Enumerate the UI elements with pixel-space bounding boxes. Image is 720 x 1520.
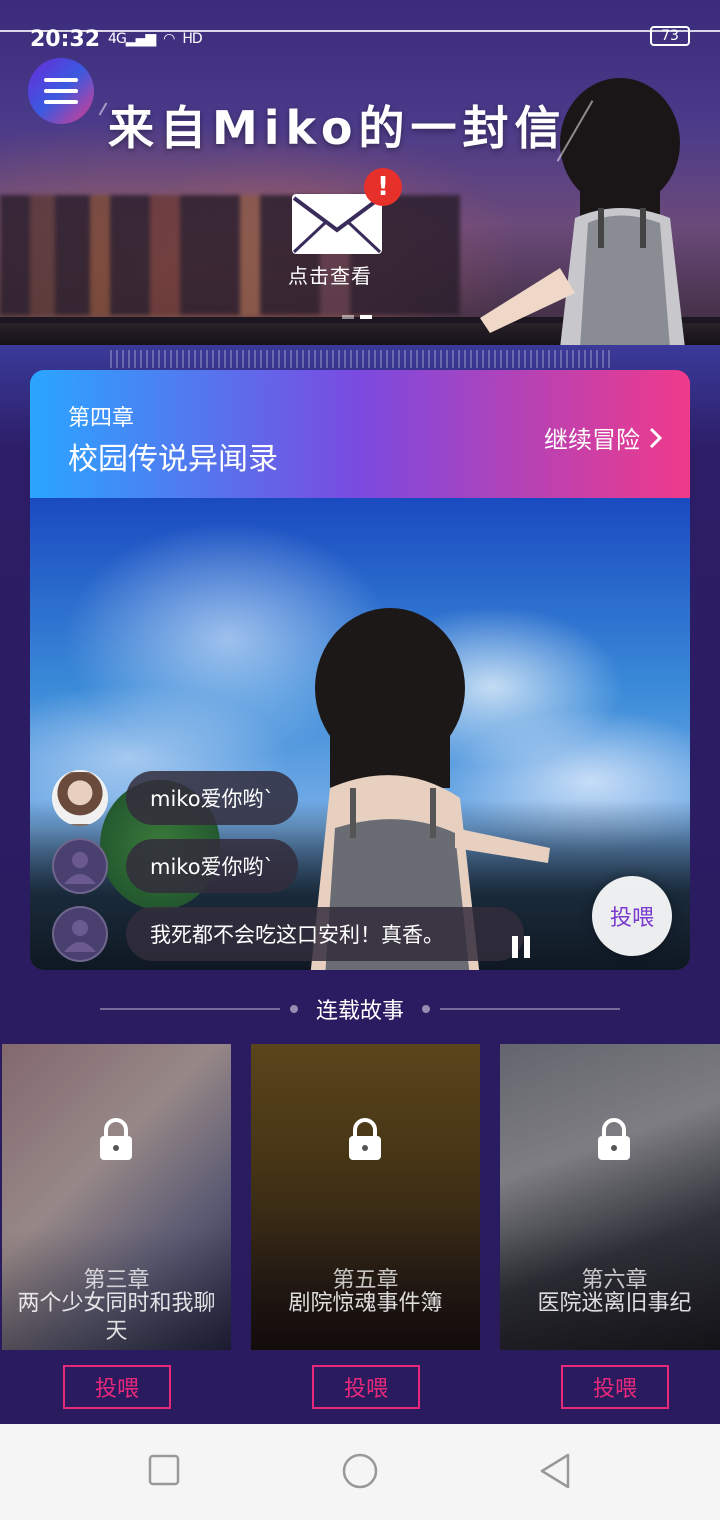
section-dot bbox=[422, 1005, 430, 1013]
pause-icon[interactable] bbox=[512, 936, 530, 958]
story-card[interactable]: 第六章 医院迷离旧事纪 bbox=[500, 1044, 720, 1350]
letter-banner[interactable]: 20:32 4G▂▄▆ ◠ HD 73 来自Miko的一封信 ! 点击查看 bbox=[0, 0, 720, 345]
network-type: 4G bbox=[108, 31, 127, 47]
alert-badge: ! bbox=[364, 168, 402, 206]
feed-button[interactable]: 投喂 bbox=[561, 1365, 669, 1409]
story-card[interactable]: 第三章 两个少女同时和我聊天 bbox=[2, 1044, 231, 1350]
menu-icon-bar bbox=[44, 89, 78, 93]
signal-icon: 4G▂▄▆ bbox=[108, 31, 156, 47]
status-bar: 20:32 4G▂▄▆ ◠ HD 73 bbox=[0, 24, 720, 54]
continue-adventure-button[interactable]: 继续冒险 bbox=[544, 420, 664, 455]
current-chapter-card[interactable]: 第四章 校园传说异闻录 继续冒险 miko爱你哟` miko爱你哟` 我死都不会… bbox=[30, 370, 690, 970]
section-dot bbox=[289, 1005, 298, 1013]
menu-button[interactable] bbox=[28, 58, 94, 124]
status-time: 20:32 bbox=[30, 26, 101, 52]
battery-icon: 73 bbox=[650, 26, 690, 46]
feed-button[interactable]: 投喂 bbox=[63, 1365, 171, 1409]
chapter-header[interactable]: 第四章 校园传说异闻录 继续冒险 bbox=[30, 370, 690, 498]
lock-icon bbox=[598, 1118, 630, 1160]
circle-icon[interactable] bbox=[341, 1452, 379, 1490]
banner-title: 来自Miko的一封信 bbox=[108, 101, 567, 155]
lock-icon bbox=[349, 1118, 381, 1160]
menu-icon-bar bbox=[44, 78, 78, 82]
pagination-dot bbox=[342, 315, 354, 319]
wifi-icon: ◠ bbox=[163, 31, 175, 47]
chat-message: miko爱你哟` bbox=[52, 838, 299, 894]
triangle-back-icon[interactable] bbox=[538, 1452, 572, 1490]
chapter-label: 第四章 bbox=[68, 406, 135, 431]
section-line bbox=[440, 1008, 620, 1010]
default-avatar-icon bbox=[52, 838, 108, 894]
user-avatar bbox=[52, 770, 108, 826]
chat-message: 我死都不会吃这口安利！真香。 bbox=[52, 906, 524, 962]
chapter-title: 校园传说异闻录 bbox=[68, 442, 278, 477]
pagination-dot-active bbox=[360, 315, 372, 319]
story-title: 剧院惊魂事件簿 bbox=[288, 1291, 443, 1316]
hd-label: HD bbox=[182, 31, 202, 47]
section-line bbox=[99, 1008, 280, 1010]
city-background bbox=[0, 195, 460, 315]
chat-bubble: 我死都不会吃这口安利！真香。 bbox=[126, 907, 524, 961]
title-deco-line bbox=[98, 102, 108, 116]
square-icon[interactable] bbox=[148, 1454, 180, 1486]
decorative-stripes bbox=[110, 350, 610, 368]
section-header: 连载故事 bbox=[0, 992, 720, 1026]
system-navigation-bar bbox=[0, 1424, 720, 1520]
chapter-scene-image: miko爱你哟` miko爱你哟` 我死都不会吃这口安利！真香。 投喂 bbox=[30, 498, 690, 970]
chevron-right-icon bbox=[649, 427, 663, 448]
story-title: 两个少女同时和我聊天 bbox=[17, 1291, 216, 1344]
chat-message: miko爱你哟` bbox=[52, 770, 299, 826]
story-title: 医院迷离旧事纪 bbox=[537, 1291, 692, 1316]
chat-bubble: miko爱你哟` bbox=[126, 771, 299, 825]
section-title: 连载故事 bbox=[315, 999, 404, 1024]
feed-button-round[interactable]: 投喂 bbox=[592, 876, 672, 956]
default-avatar-icon bbox=[52, 906, 108, 962]
chat-bubble: miko爱你哟` bbox=[126, 839, 299, 893]
tap-to-view-label[interactable]: 点击查看 bbox=[288, 260, 372, 289]
feed-button[interactable]: 投喂 bbox=[312, 1365, 420, 1409]
menu-icon-bar bbox=[44, 100, 78, 104]
lock-icon bbox=[100, 1118, 132, 1160]
continue-label: 继续冒险 bbox=[544, 426, 640, 454]
story-card[interactable]: 第五章 剧院惊魂事件簿 bbox=[251, 1044, 480, 1350]
banner-pagination bbox=[342, 315, 372, 319]
